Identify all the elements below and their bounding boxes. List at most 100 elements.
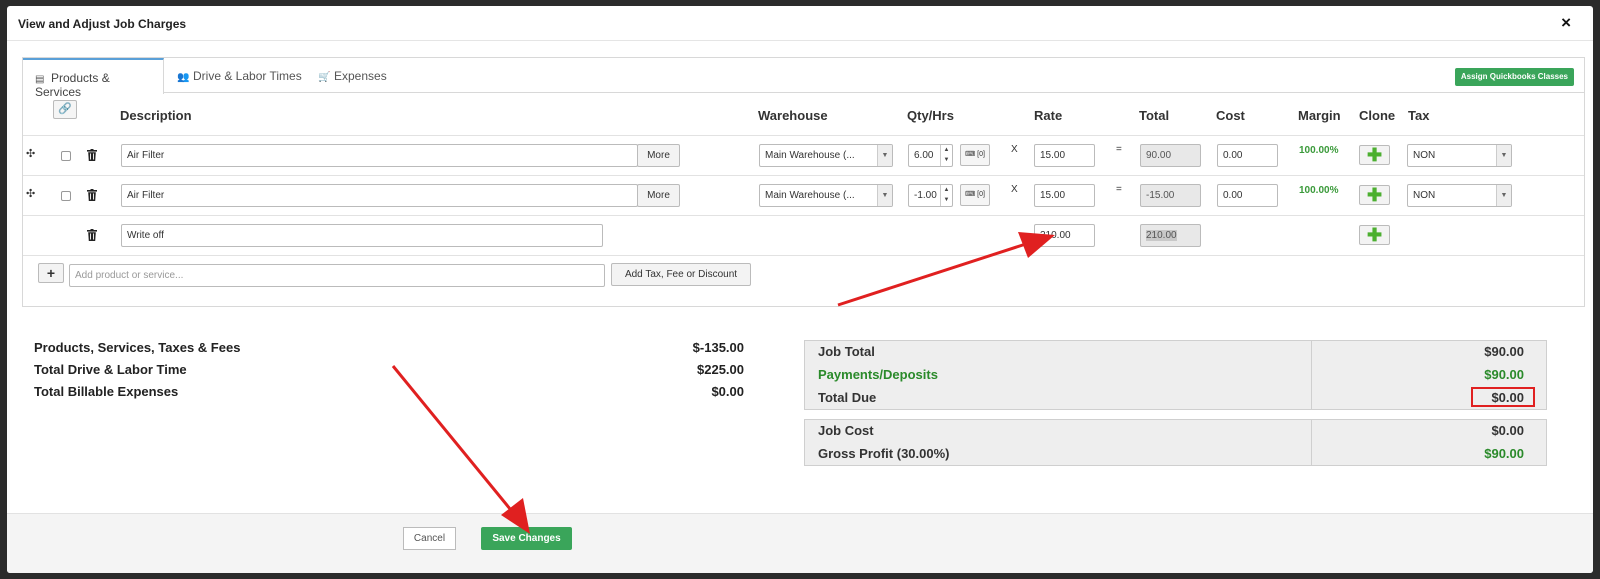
keyboard-icon[interactable]: ⌨ [0] <box>960 144 990 166</box>
rate-input[interactable]: 210.00 <box>1034 224 1095 247</box>
tab-drive-labor[interactable]: 👥 Drive & Labor Times <box>165 58 314 93</box>
keyboard-icon[interactable]: ⌨ [0] <box>960 184 990 206</box>
equals-sign: = <box>1116 144 1122 155</box>
job-cost-amount: $0.00 <box>1491 423 1524 438</box>
gross-profit-label: Gross Profit (30.00%) <box>818 446 950 461</box>
chevron-down-icon: ▼ <box>877 185 892 206</box>
warehouse-select[interactable]: Main Warehouse (... ▼ <box>759 184 893 207</box>
tax-select[interactable]: NON ▼ <box>1407 184 1512 207</box>
cart-icon: 🛒 <box>318 72 331 83</box>
tax-value: NON <box>1413 190 1436 201</box>
col-warehouse: Warehouse <box>758 108 828 123</box>
modal-title: View and Adjust Job Charges <box>18 17 187 31</box>
row-checkbox[interactable] <box>61 151 71 161</box>
summary-row: Total Drive & Labor Time $225.00 <box>34 362 744 384</box>
clone-button[interactable]: ✚ <box>1359 185 1390 205</box>
kbd-count: [0] <box>977 151 985 158</box>
tab-bar: ▤ Products & Services 👥 Drive & Labor Time… <box>23 58 1584 99</box>
tab-label: Drive & Labor Times <box>193 69 302 83</box>
tab-expenses[interactable]: 🛒 Expenses <box>306 58 399 93</box>
people-icon: 👥 <box>177 72 190 83</box>
add-product-input[interactable]: Add product or service... <box>69 264 605 287</box>
description-input[interactable]: Write off <box>121 224 603 247</box>
tax-select[interactable]: NON ▼ <box>1407 144 1512 167</box>
rate-input[interactable]: 15.00 <box>1034 184 1095 207</box>
profit-box: Job Cost $0.00 Gross Profit (30.00%) $90.0… <box>804 419 1547 466</box>
multiply-sign: X <box>1011 184 1018 195</box>
clipboard-icon: ▤ <box>35 74 45 85</box>
tax-value: NON <box>1413 150 1436 161</box>
total-field: 90.00 <box>1140 144 1201 167</box>
summary-amount: $-135.00 <box>692 340 744 355</box>
margin-value: 100.00% <box>1299 185 1339 196</box>
summary-amount: $0.00 <box>711 384 744 399</box>
job-total-label: Job Total <box>818 344 875 359</box>
cost-input[interactable]: 0.00 <box>1217 184 1278 207</box>
payments-amount: $90.00 <box>1484 367 1524 382</box>
row-divider <box>23 135 1584 136</box>
close-icon[interactable]: × <box>1561 13 1571 33</box>
plus-icon: ✚ <box>1366 145 1383 165</box>
row-divider <box>23 215 1584 216</box>
spinner-icon[interactable]: ▲ ▼ <box>940 145 952 166</box>
charges-summary: Products, Services, Taxes & Fees $-135.00… <box>34 340 744 406</box>
job-cost-label: Job Cost <box>818 423 874 438</box>
plus-icon: ✚ <box>1366 185 1383 205</box>
drag-handle-icon[interactable]: ✣ <box>26 187 35 200</box>
total-field: -15.00 <box>1140 184 1201 207</box>
chevron-down-icon: ▼ <box>1496 185 1511 206</box>
rate-input[interactable]: 15.00 <box>1034 144 1095 167</box>
summary-label: Total Billable Expenses <box>34 384 179 399</box>
trash-icon[interactable] <box>87 189 97 201</box>
qty-value: 6.00 <box>914 150 934 161</box>
margin-value: 100.00% <box>1299 145 1339 156</box>
link-icon[interactable]: 🔗 <box>53 100 77 119</box>
products-panel: ▤ Products & Services 👥 Drive & Labor Time… <box>22 57 1585 307</box>
description-input[interactable]: Air Filter <box>121 144 638 167</box>
summary-row: Total Billable Expenses $0.00 <box>34 384 744 406</box>
job-total-amount: $90.00 <box>1484 344 1524 359</box>
warehouse-select[interactable]: Main Warehouse (... ▼ <box>759 144 893 167</box>
chevron-down-icon: ▼ <box>1496 145 1511 166</box>
trash-icon[interactable] <box>87 229 97 241</box>
assign-quickbooks-button[interactable]: Assign Quickbooks Classes <box>1454 68 1574 86</box>
chevron-down-icon: ▼ <box>877 145 892 166</box>
col-margin: Margin <box>1298 108 1341 123</box>
summary-row: Products, Services, Taxes & Fees $-135.00 <box>34 340 744 362</box>
save-changes-button[interactable]: Save Changes <box>481 527 572 550</box>
description-input[interactable]: Air Filter <box>121 184 638 207</box>
col-description: Description <box>120 108 192 123</box>
tab-products-services[interactable]: ▤ Products & Services <box>23 58 164 99</box>
row-divider <box>23 255 1584 256</box>
spinner-icon[interactable]: ▲ ▼ <box>940 185 952 206</box>
cost-input[interactable]: 0.00 <box>1217 144 1278 167</box>
totals-box: Job Total $90.00 Payments/Deposits $90.00 … <box>804 340 1547 410</box>
gross-profit-amount: $90.00 <box>1484 446 1524 461</box>
qty-value: -1.00 <box>914 190 937 201</box>
qty-input[interactable]: -1.00 ▲ ▼ <box>908 184 953 207</box>
multiply-sign: X <box>1011 144 1018 155</box>
more-button[interactable]: More <box>637 144 680 167</box>
col-rate: Rate <box>1034 108 1063 123</box>
clone-button[interactable]: ✚ <box>1359 145 1390 165</box>
payments-row: Payments/Deposits $90.00 <box>818 367 1524 389</box>
row-checkbox[interactable] <box>61 191 71 201</box>
clone-button[interactable]: ✚ <box>1359 225 1390 245</box>
add-line-button[interactable]: + <box>38 263 64 283</box>
tab-label: Expenses <box>334 69 387 83</box>
add-tax-fee-discount-button[interactable]: Add Tax, Fee or Discount <box>611 263 751 286</box>
more-button[interactable]: More <box>637 184 680 207</box>
total-due-row: Total Due $0.00 <box>818 390 1524 412</box>
job-total-row: Job Total $90.00 <box>818 344 1524 366</box>
qty-input[interactable]: 6.00 ▲ ▼ <box>908 144 953 167</box>
col-tax: Tax <box>1408 108 1430 123</box>
total-field: 210.00 <box>1140 224 1201 247</box>
warehouse-value: Main Warehouse (... <box>765 150 855 161</box>
summary-label: Total Drive & Labor Time <box>34 362 187 377</box>
payments-label: Payments/Deposits <box>818 367 938 382</box>
cancel-button[interactable]: Cancel <box>403 527 456 550</box>
plus-icon: ✚ <box>1366 225 1383 245</box>
trash-icon[interactable] <box>87 149 97 161</box>
drag-handle-icon[interactable]: ✣ <box>26 147 35 160</box>
equals-sign: = <box>1116 184 1122 195</box>
